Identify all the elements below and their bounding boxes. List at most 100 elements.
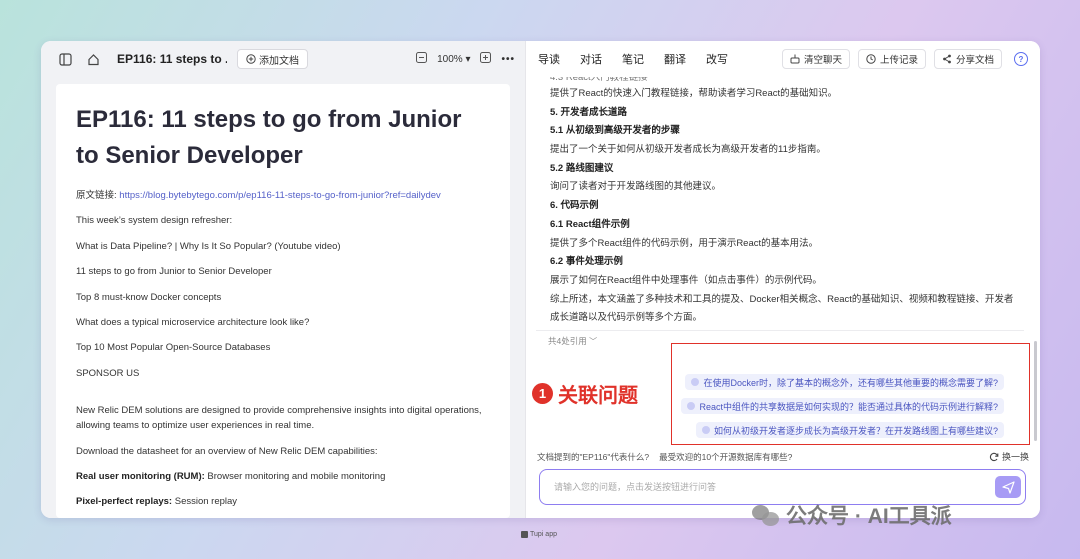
answer-line: 6.1 React组件示例 xyxy=(550,218,630,230)
assistant-pane: 导读 对话 笔记 翻译 改写 清空聊天 上传记录 分享文档 ? 4.3 Reac… xyxy=(526,41,1040,518)
upload-history-button[interactable]: 上传记录 xyxy=(857,49,926,69)
bubble-icon xyxy=(687,402,696,410)
upload-history-label: 上传记录 xyxy=(879,55,918,66)
document-page: EP116: 11 steps to go from Junior to Sen… xyxy=(56,84,510,518)
watermark-text: 公众号 · AI工具派 xyxy=(786,505,952,528)
app-window: EP116: 11 steps to ... 添加文档 100% ▾ ••• E… xyxy=(41,41,1040,518)
clear-chat-button[interactable]: 清空聊天 xyxy=(781,49,850,69)
doc-paragraph: Top 10 Most Popular Open-Source Database… xyxy=(76,342,271,354)
tupi-label: Tupi app xyxy=(530,531,557,538)
answer-lines: 提供了React的快速入门教程链接，帮助读者学习React的基础知识。 5. 开发… xyxy=(550,85,1024,328)
zoom-in-icon[interactable] xyxy=(480,52,492,66)
tab-guide[interactable]: 导读 xyxy=(538,51,560,67)
send-button[interactable] xyxy=(995,476,1021,498)
bubble-icon xyxy=(691,378,700,386)
source-label: 原文链接: xyxy=(76,190,120,201)
doc-paragraph: What is Data Pipeline? | Why Is It So Po… xyxy=(76,240,341,252)
assistant-toolbar: 导读 对话 笔记 翻译 改写 清空聊天 上传记录 分享文档 ? xyxy=(526,41,1040,77)
sidebar-toggle-icon[interactable] xyxy=(55,49,75,69)
share-document-label: 分享文档 xyxy=(955,55,994,66)
related-question[interactable]: 文档提到的"EP116"代表什么? xyxy=(537,451,649,463)
plus-circle-icon xyxy=(246,54,256,64)
sponsor-text: New Relic DEM solutions are designed to … xyxy=(76,405,482,432)
help-icon[interactable]: ? xyxy=(1014,52,1028,66)
answer-cut-line: 4.3 React入门教程链接 xyxy=(550,77,648,83)
answer-line: 5.1 从初级到高级开发者的步骤 xyxy=(550,125,680,137)
answer-line: 提出了一个关于如何从初级开发者成长为高级开发者的11步指南。 xyxy=(550,144,826,156)
suggested-questions: 在使用Docker时，除了基本的概念外，还有哪些其他重要的概念需要了解? Rea… xyxy=(671,364,1014,441)
zoom-out-icon[interactable] xyxy=(416,52,428,66)
share-icon xyxy=(943,54,951,64)
doc-paragraph: This week’s system design refresher: xyxy=(76,215,233,227)
suggested-question-text: 在使用Docker时，除了基本的概念外，还有哪些其他重要的概念需要了解? xyxy=(703,377,998,388)
doc-paragraph: SPONSOR US xyxy=(76,367,140,379)
feature-text: Browser monitoring and mobile monitoring xyxy=(204,470,386,482)
suggested-question[interactable]: 在使用Docker时，除了基本的概念外，还有哪些其他重要的概念需要了解? xyxy=(685,374,1004,390)
add-document-label: 添加文档 xyxy=(259,55,299,67)
tab-chat[interactable]: 对话 xyxy=(580,51,602,67)
suggested-question[interactable]: 如何从初级开发者逐步成长为高级开发者？在开发路线图上有哪些建议? xyxy=(695,422,1004,438)
watermark: 公众号 · AI工具派 xyxy=(752,500,952,530)
suggested-question-text: React中组件的共享数据是如何实现的？能否通过具体的代码示例进行解释? xyxy=(699,401,998,412)
add-document-button[interactable]: 添加文档 xyxy=(237,49,308,69)
caret-down-icon: ▾ xyxy=(465,53,471,65)
tab-rewrite[interactable]: 改写 xyxy=(706,51,728,67)
related-question[interactable]: 最受欢迎的10个开源数据库有哪些? xyxy=(659,451,792,463)
send-icon xyxy=(1001,480,1015,494)
chevron-down-icon: ﹀ xyxy=(589,337,598,346)
home-icon[interactable] xyxy=(83,49,103,69)
references-count: 共4处引用 xyxy=(548,336,587,346)
datasheet-text: Download the datasheet for an overview o… xyxy=(76,445,378,457)
tupi-footer: Tupi app xyxy=(521,531,557,538)
clock-icon xyxy=(866,54,876,64)
references-toggle[interactable]: 共4处引用 ﹀ xyxy=(548,335,597,347)
answer-line: 6.2 事件处理示例 xyxy=(550,256,623,268)
zoom-controls: 100% ▾ ••• xyxy=(416,52,515,66)
clear-chat-label: 清空聊天 xyxy=(803,55,842,66)
tab-notes[interactable]: 笔记 xyxy=(622,51,644,67)
broom-icon xyxy=(790,54,800,64)
question-input[interactable] xyxy=(554,482,995,492)
suggested-question[interactable]: React中组件的共享数据是如何实现的？能否通过具体的代码示例进行解释? xyxy=(681,398,1004,414)
document-tab-title[interactable]: EP116: 11 steps to ... xyxy=(117,52,227,66)
answer-line: 提供了React的快速入门教程链接，帮助读者学习React的基础知识。 xyxy=(550,88,838,99)
annotation-label: 关联问题 xyxy=(558,385,638,407)
share-document-button[interactable]: 分享文档 xyxy=(933,49,1002,69)
answer-content: 4.3 React入门教程链接 提供了React的快速入门教程链接，帮助读者学习… xyxy=(534,77,1024,339)
answer-line: 综上所述，本文涵盖了多种技术和工具的提及、Docker相关概念、React的基础… xyxy=(550,293,1014,305)
document-toolbar: EP116: 11 steps to ... 添加文档 100% ▾ ••• xyxy=(41,41,525,77)
doc-paragraph: 11 steps to go from Junior to Senior Dev… xyxy=(76,266,272,278)
wechat-logo-icon xyxy=(752,503,780,527)
tupi-logo-icon xyxy=(521,531,528,538)
doc-paragraph: Top 8 must-know Docker concepts xyxy=(76,291,222,303)
feature-item: Real user monitoring (RUM): Browser moni… xyxy=(76,469,490,484)
source-link[interactable]: https://blog.bytebytego.com/p/ep116-11-s… xyxy=(119,190,441,201)
more-options-icon[interactable]: ••• xyxy=(501,54,515,65)
annotation-callout: 1 关联问题 xyxy=(532,379,638,408)
annotation-number: 1 xyxy=(532,383,553,404)
feature-item: Pixel-perfect replays: Session replay xyxy=(76,494,490,509)
answer-line: 5. 开发者成长道路 xyxy=(550,106,628,118)
answer-line: 提供了多个React组件的代码示例，用于演示React的基本用法。 xyxy=(550,237,819,249)
bubble-icon xyxy=(701,426,710,434)
answer-line: 展示了如何在React组件中处理事件（如点击事件）的示例代码。 xyxy=(550,274,822,286)
scrollbar[interactable] xyxy=(1034,341,1037,441)
document-pane: EP116: 11 steps to ... 添加文档 100% ▾ ••• E… xyxy=(41,41,525,518)
answer-line: 5.2 路线图建议 xyxy=(550,162,614,174)
doc-paragraph: What does a typical microservice archite… xyxy=(76,316,310,328)
feature-label: Real user monitoring (RUM): xyxy=(76,470,205,482)
toolbar-actions: 清空聊天 上传记录 分享文档 ? xyxy=(781,49,1028,69)
zoom-level-select[interactable]: 100% ▾ xyxy=(437,54,470,65)
refresh-label: 换一换 xyxy=(1001,452,1029,462)
document-title: EP116: 11 steps to go from Junior to Sen… xyxy=(76,106,462,169)
feature-text: Session replay xyxy=(172,496,238,508)
source-link-row: 原文链接: https://blog.bytebytego.com/p/ep11… xyxy=(76,188,490,203)
answer-separator xyxy=(536,330,1024,331)
refresh-icon xyxy=(989,452,999,461)
tab-translate[interactable]: 翻译 xyxy=(664,51,686,67)
refresh-questions-button[interactable]: 换一换 xyxy=(989,450,1029,463)
related-questions: 文档提到的"EP116"代表什么? 最受欢迎的10个开源数据库有哪些? 换一换 xyxy=(537,450,1029,463)
feature-label: Pixel-perfect replays: xyxy=(76,496,173,508)
answer-line: 6. 代码示例 xyxy=(550,200,599,212)
